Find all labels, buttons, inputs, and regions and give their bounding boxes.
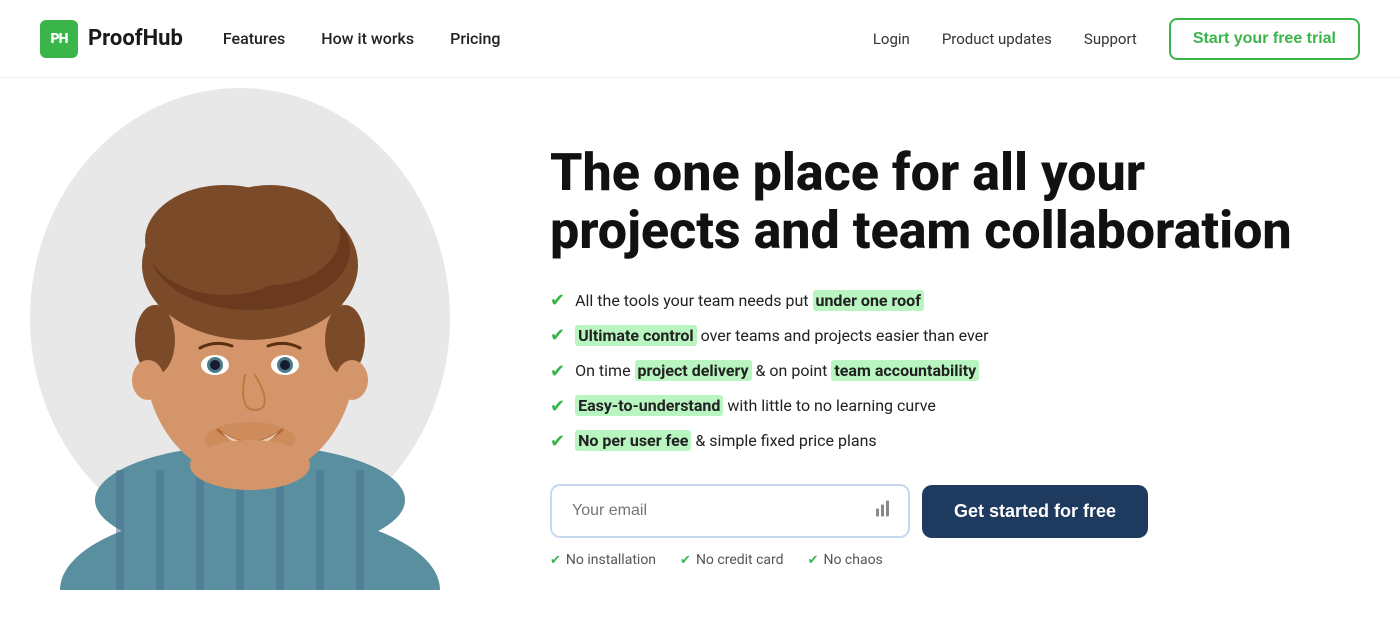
check-icon-1: ✔: [550, 288, 565, 313]
feature-item-2: ✔ Ultimate control over teams and projec…: [550, 323, 1340, 348]
feature-text-2: Ultimate control over teams and projects…: [575, 325, 988, 347]
feature-text-3: On time project delivery & on point team…: [575, 360, 979, 382]
hero-content: The one place for all your projects and …: [500, 78, 1400, 622]
highlight-1: under one roof: [813, 290, 924, 311]
feature-list: ✔ All the tools your team needs put unde…: [550, 288, 1340, 454]
feature-item-4: ✔ Easy-to-understand with little to no l…: [550, 394, 1340, 419]
feature-item-5: ✔ No per user fee & simple fixed price p…: [550, 429, 1340, 454]
highlight-5: No per user fee: [575, 430, 691, 451]
highlight-4: Easy-to-understand: [575, 395, 723, 416]
check-icon-2: ✔: [550, 323, 565, 348]
highlight-3b: team accountability: [831, 360, 979, 381]
cta-row: Get started for free: [550, 484, 1340, 538]
nav-support[interactable]: Support: [1084, 30, 1137, 48]
feature-item-3: ✔ On time project delivery & on point te…: [550, 359, 1340, 384]
main-content: The one place for all your projects and …: [0, 78, 1400, 622]
nav-how-it-works[interactable]: How it works: [321, 29, 414, 48]
footer-check-2: ✔: [680, 553, 691, 568]
check-icon-4: ✔: [550, 394, 565, 419]
email-input[interactable]: [550, 484, 910, 538]
check-icon-3: ✔: [550, 359, 565, 384]
hero-image-area: [0, 78, 500, 622]
get-started-button[interactable]: Get started for free: [922, 485, 1148, 538]
hero-person: [40, 110, 460, 590]
logo-icon: PH: [40, 20, 78, 58]
nav-links: Features How it works Pricing: [223, 29, 501, 48]
footer-check-3: ✔: [808, 553, 819, 568]
email-icon: [874, 499, 894, 524]
highlight-2: Ultimate control: [575, 325, 697, 346]
check-icon-5: ✔: [550, 429, 565, 454]
cta-footer: ✔ No installation ✔ No credit card ✔ No …: [550, 552, 1340, 568]
nav-right: Login Product updates Support Start your…: [873, 18, 1360, 60]
logo-area[interactable]: PH ProofHub: [40, 20, 183, 58]
footer-item-1: ✔ No installation: [550, 552, 656, 568]
feature-text-1: All the tools your team needs put under …: [575, 290, 924, 312]
nav-pricing[interactable]: Pricing: [450, 29, 500, 48]
feature-text-4: Easy-to-understand with little to no lea…: [575, 395, 936, 417]
footer-check-1: ✔: [550, 553, 561, 568]
highlight-3a: project delivery: [635, 360, 752, 381]
hero-title: The one place for all your projects and …: [550, 144, 1340, 260]
hero-person-svg: [40, 110, 460, 590]
nav-features[interactable]: Features: [223, 29, 285, 48]
nav-product-updates[interactable]: Product updates: [942, 30, 1052, 48]
nav-login[interactable]: Login: [873, 30, 910, 48]
email-input-wrap: [550, 484, 910, 538]
navbar: PH ProofHub Features How it works Pricin…: [0, 0, 1400, 78]
feature-item-1: ✔ All the tools your team needs put unde…: [550, 288, 1340, 313]
start-trial-button[interactable]: Start your free trial: [1169, 18, 1360, 60]
logo-name: ProofHub: [88, 26, 183, 51]
footer-item-2: ✔ No credit card: [680, 552, 784, 568]
footer-item-3: ✔ No chaos: [808, 552, 883, 568]
feature-text-5: No per user fee & simple fixed price pla…: [575, 430, 877, 452]
